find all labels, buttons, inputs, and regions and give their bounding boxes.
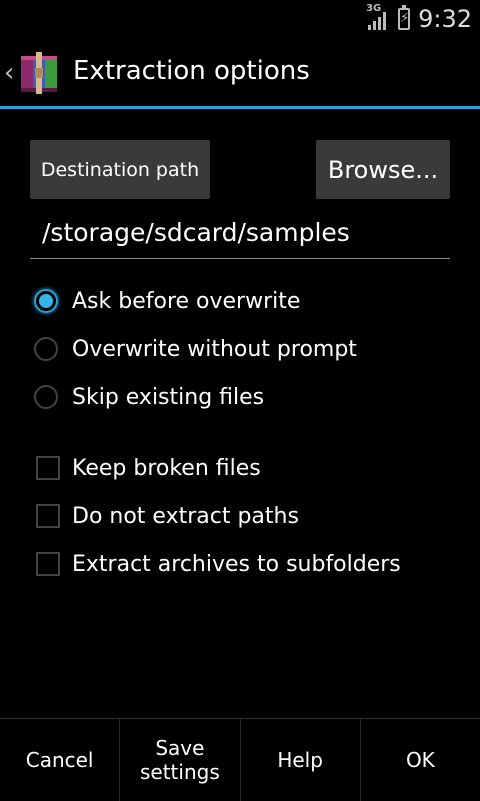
signal-icon: 3G: [366, 3, 390, 31]
checkbox-extract-to-subfolders[interactable]: Extract archives to subfolders: [34, 544, 401, 584]
radio-label: Skip existing files: [72, 384, 265, 410]
radio-button[interactable]: [34, 337, 58, 361]
status-bar: 3G ⚡ 9:32: [0, 0, 480, 38]
radio-ask-before-overwrite[interactable]: Ask before overwrite: [34, 281, 300, 321]
checkbox[interactable]: [36, 552, 60, 576]
checkbox[interactable]: [36, 456, 60, 480]
destination-path-input[interactable]: /storage/sdcard/samples: [30, 216, 450, 259]
action-bar: ‹ Extraction options: [0, 38, 480, 106]
browse-button[interactable]: Browse...: [316, 140, 450, 199]
up-navigation[interactable]: ‹: [0, 50, 70, 96]
action-bar-divider: [0, 106, 480, 109]
save-settings-button[interactable]: Save settings: [120, 719, 241, 801]
radio-label: Ask before overwrite: [72, 288, 301, 314]
checkbox-label: Do not extract paths: [72, 503, 299, 529]
back-chevron-icon: ‹: [4, 58, 15, 88]
destination-path-value: /storage/sdcard/samples: [42, 218, 350, 247]
cancel-button[interactable]: Cancel: [0, 719, 121, 801]
checkbox-keep-broken-files[interactable]: Keep broken files: [34, 448, 261, 488]
checkbox-do-not-extract-paths[interactable]: Do not extract paths: [34, 496, 299, 536]
destination-path-button[interactable]: Destination path: [30, 140, 210, 199]
radio-skip-existing-files[interactable]: Skip existing files: [34, 377, 264, 417]
battery-icon: ⚡: [398, 5, 411, 30]
network-type-label: 3G: [366, 3, 382, 14]
app-logo-icon: [21, 52, 57, 94]
checkbox[interactable]: [36, 504, 60, 528]
status-icons: 3G ⚡ 9:32: [366, 3, 472, 34]
checkbox-label: Keep broken files: [72, 455, 261, 481]
help-button[interactable]: Help: [241, 719, 361, 801]
screen-title: Extraction options: [73, 56, 310, 86]
bottom-button-bar: Cancel Save settings Help OK: [0, 718, 480, 801]
radio-overwrite-without-prompt[interactable]: Overwrite without prompt: [34, 329, 357, 369]
checkbox-label: Extract archives to subfolders: [72, 551, 401, 577]
radio-button[interactable]: [34, 385, 58, 409]
radio-button-selected[interactable]: [34, 289, 58, 313]
ok-button[interactable]: OK: [361, 719, 480, 801]
radio-label: Overwrite without prompt: [72, 336, 357, 362]
status-clock: 9:32: [418, 5, 472, 33]
